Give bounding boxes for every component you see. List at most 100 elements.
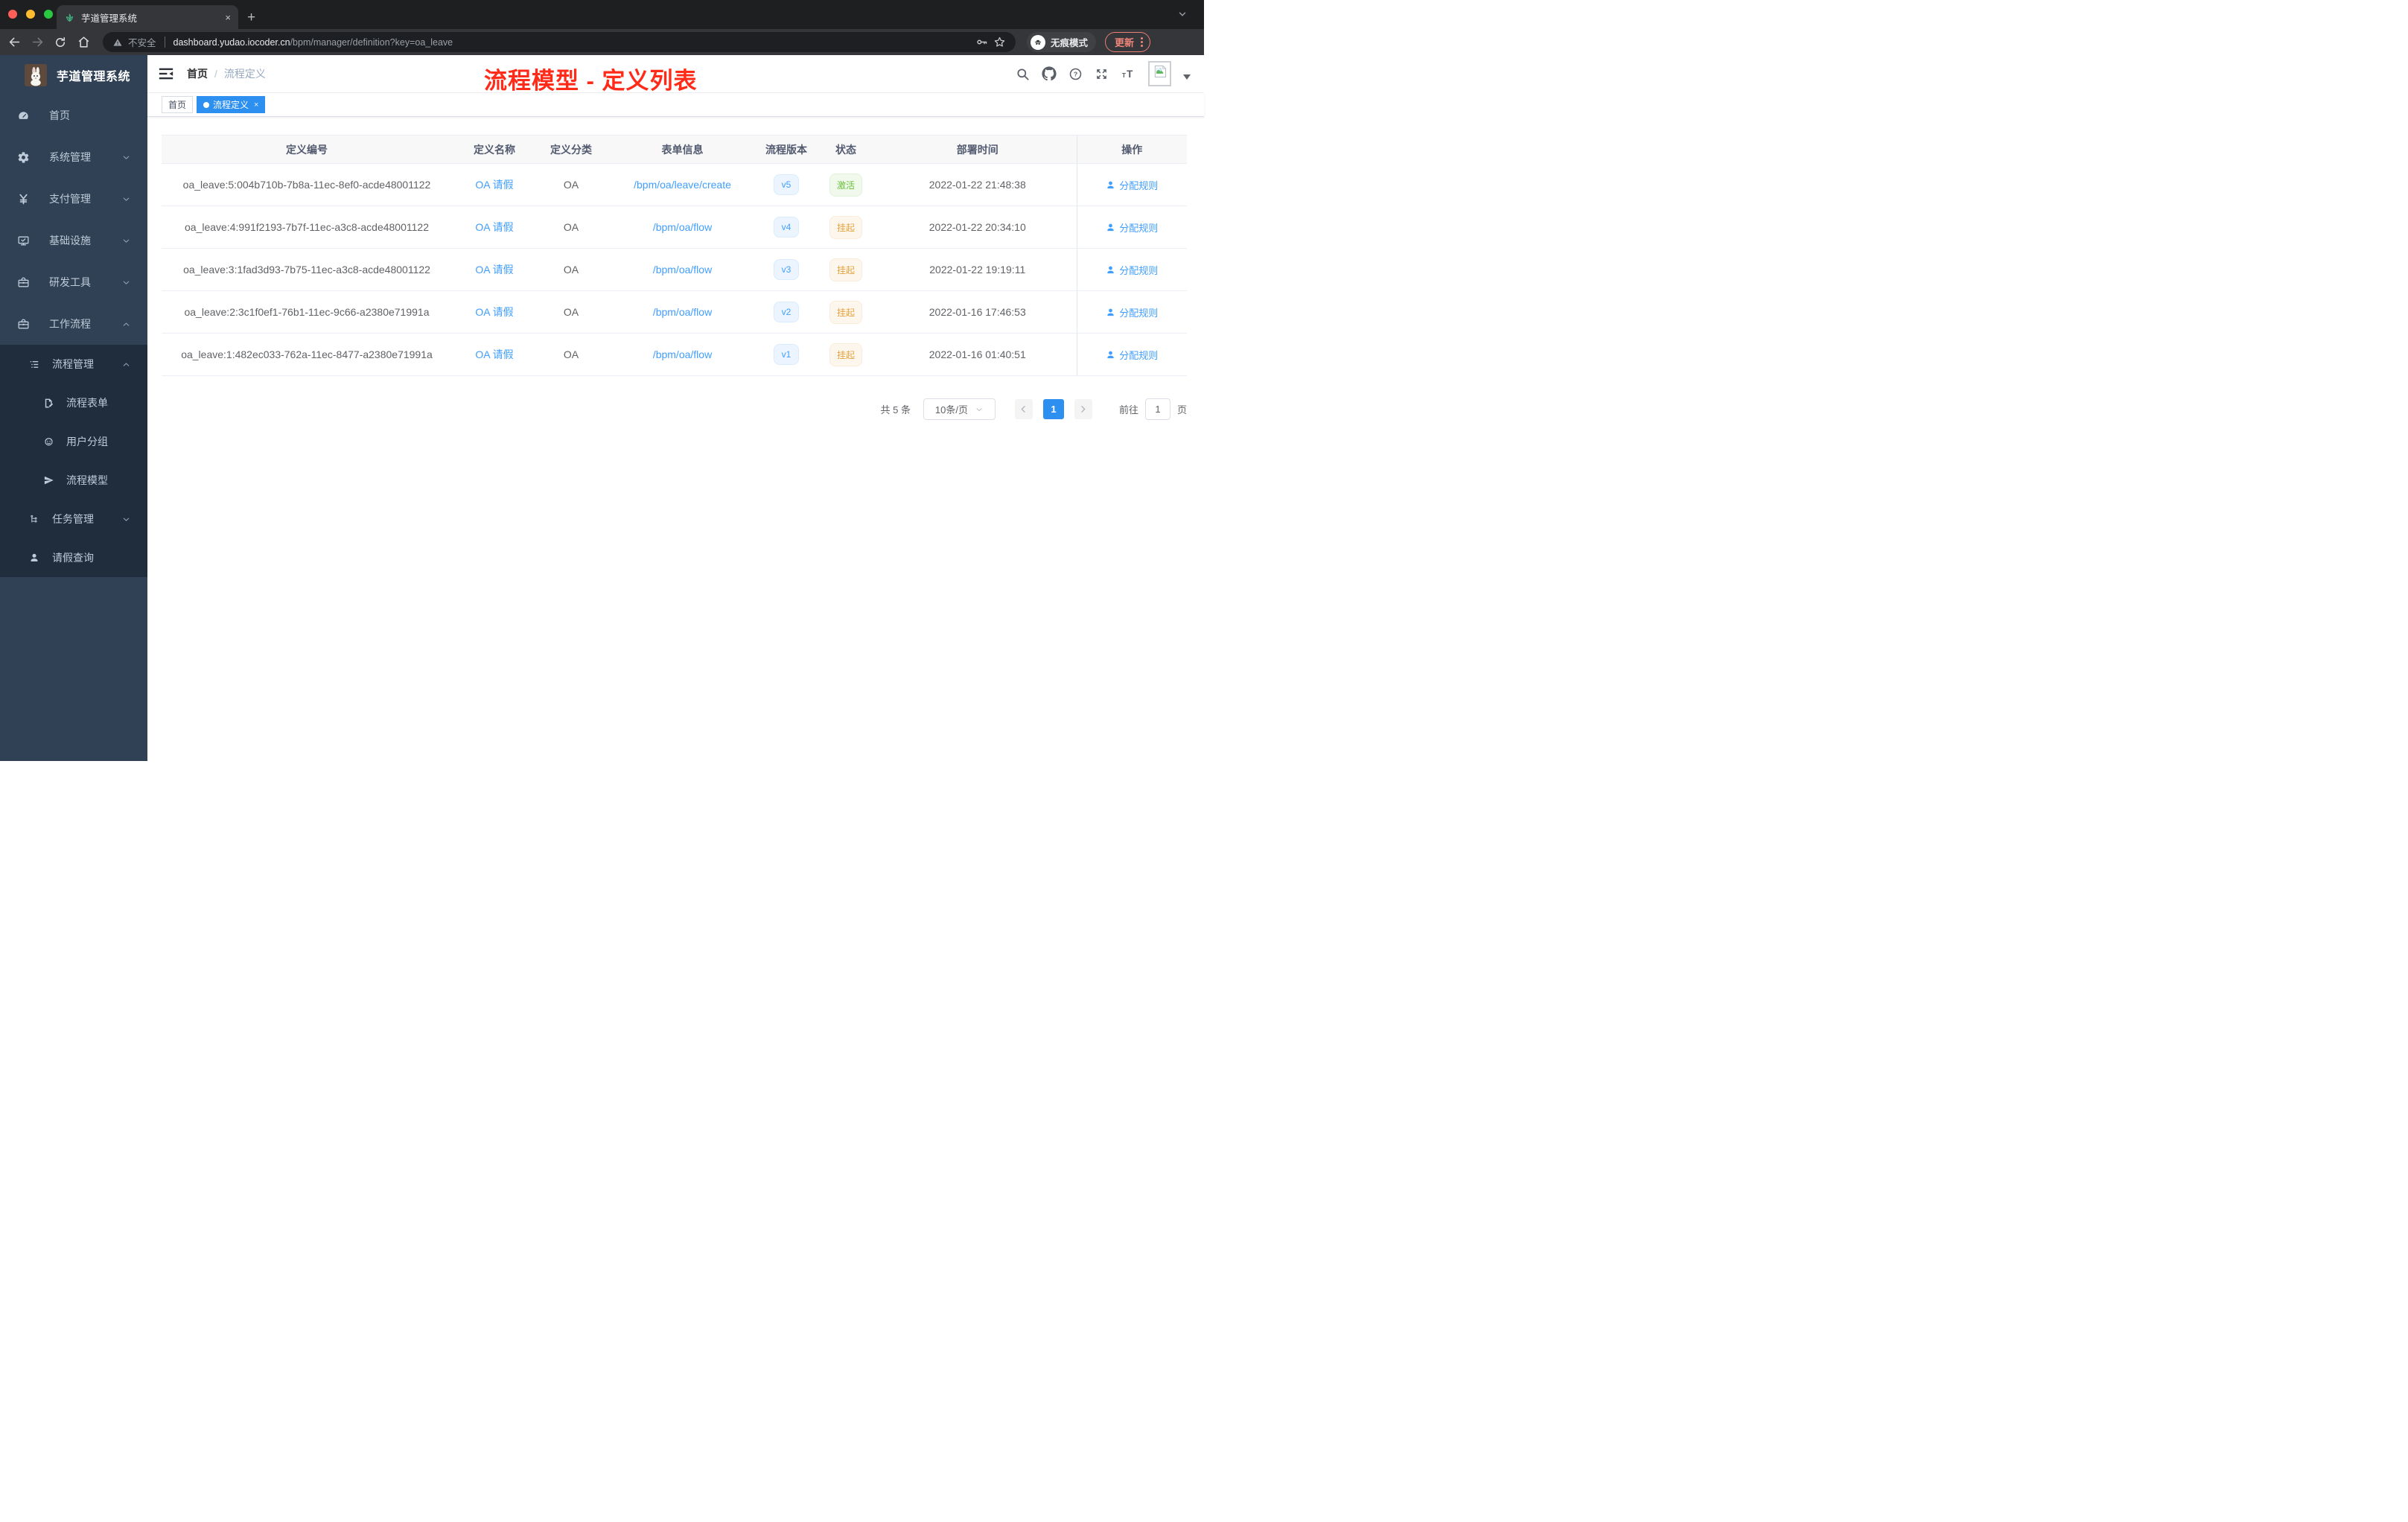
form-info-link[interactable]: /bpm/oa/flow — [653, 306, 712, 318]
update-label[interactable]: 更新 — [1115, 35, 1134, 49]
sidebar-item-home[interactable]: 首页 — [0, 95, 147, 136]
svg-text:T: T — [1122, 71, 1127, 78]
home-icon[interactable] — [74, 33, 93, 52]
sidebar-item-process-model[interactable]: 流程模型 — [0, 461, 147, 500]
definition-name-link[interactable]: OA 请假 — [475, 264, 513, 276]
window-minimize-button[interactable] — [26, 10, 35, 19]
status-badge: 挂起 — [829, 258, 862, 281]
chevron-down-icon — [976, 407, 982, 411]
sidebar-item-label: 任务管理 — [52, 513, 94, 525]
definition-name-link[interactable]: OA 请假 — [475, 221, 513, 233]
new-tab-button[interactable]: + — [247, 10, 255, 25]
page-size-select[interactable]: 10条/页 — [923, 398, 996, 420]
app-window: 芋道管理系统 首页 系统管理 支付管理 基础设施 研发工具 工作流程 流程管理 … — [0, 55, 1204, 761]
incognito-label: 无痕模式 — [1050, 38, 1088, 48]
breadcrumb-home[interactable]: 首页 — [187, 66, 208, 81]
browser-menu-icon[interactable] — [1141, 37, 1143, 47]
hamburger-icon[interactable] — [158, 66, 174, 82]
form-info-link[interactable]: /bpm/oa/leave/create — [634, 179, 731, 191]
sidebar-item-process-form[interactable]: 流程表单 — [0, 383, 147, 422]
address-bar[interactable]: 不安全 dashboard.yudao.iocoder.cn/bpm/manag… — [103, 32, 1016, 52]
assign-rule-link[interactable]: 分配规则 — [1106, 263, 1158, 277]
user-group-icon — [43, 436, 54, 448]
toolbox-icon — [16, 276, 30, 289]
user-icon — [1107, 308, 1114, 316]
chevron-down-icon — [121, 278, 131, 287]
status-badge: 挂起 — [829, 343, 862, 366]
tag-close-icon[interactable]: × — [254, 101, 258, 109]
sidebar-item-process-management[interactable]: 流程管理 — [0, 345, 147, 383]
col-definition-id: 定义编号 — [162, 135, 452, 164]
window-zoom-button[interactable] — [44, 10, 53, 19]
user-avatar-broken-image[interactable] — [1148, 61, 1171, 86]
password-key-icon[interactable] — [975, 36, 988, 48]
sidebar-item-infrastructure[interactable]: 基础设施 — [0, 220, 147, 261]
definition-name-link[interactable]: OA 请假 — [475, 179, 513, 191]
deploy-time: 2022-01-22 19:19:11 — [879, 248, 1077, 291]
assign-rule-link[interactable]: 分配规则 — [1106, 220, 1158, 235]
search-icon[interactable] — [1016, 67, 1030, 81]
browser-update-button[interactable]: 更新 — [1104, 32, 1150, 52]
help-icon[interactable]: ? — [1068, 67, 1083, 81]
avatar-caret-icon[interactable] — [1183, 74, 1191, 83]
tab-close-icon[interactable]: × — [225, 12, 231, 23]
tag-label: 流程定义 — [213, 100, 249, 110]
table-row: oa_leave:3:1fad3d93-7b75-11ec-a3c8-acde4… — [162, 248, 1187, 291]
sidebar-item-system[interactable]: 系统管理 — [0, 136, 147, 178]
sidebar-item-label: 支付管理 — [49, 193, 91, 205]
sidebar-item-workflow[interactable]: 工作流程 — [0, 303, 147, 345]
definition-category: OA — [537, 248, 605, 291]
user-icon — [1107, 181, 1114, 188]
definition-category: OA — [537, 206, 605, 249]
browser-tab[interactable]: 芋道管理系统 × — [57, 5, 238, 29]
gear-icon — [16, 151, 30, 164]
navbar-actions: ? TT — [1016, 61, 1191, 86]
tag-process-definition[interactable]: 流程定义 × — [197, 96, 266, 113]
assign-rule-link[interactable]: 分配规则 — [1106, 348, 1158, 362]
fullscreen-icon[interactable] — [1095, 67, 1109, 81]
page-number-active[interactable]: 1 — [1042, 399, 1064, 419]
sidebar-item-leave-query[interactable]: 请假查询 — [0, 538, 147, 577]
prev-page-button[interactable] — [1014, 399, 1033, 419]
form-edit-icon — [43, 398, 54, 409]
deploy-time: 2022-01-16 17:46:53 — [879, 290, 1077, 334]
col-operation: 操作 — [1076, 135, 1187, 164]
user-icon — [1107, 266, 1114, 273]
definition-name-link[interactable]: OA 请假 — [475, 348, 513, 360]
form-info-link[interactable]: /bpm/oa/flow — [653, 264, 712, 276]
back-icon[interactable] — [4, 33, 24, 52]
assign-rule-link[interactable]: 分配规则 — [1106, 178, 1158, 192]
sidebar-item-task-management[interactable]: 任务管理 — [0, 500, 147, 538]
font-size-icon[interactable]: TT — [1121, 67, 1136, 81]
tab-search-chevron-icon[interactable] — [1177, 9, 1188, 19]
next-page-button[interactable] — [1074, 399, 1092, 419]
sidebar-item-devtools[interactable]: 研发工具 — [0, 261, 147, 303]
security-warning-icon[interactable] — [112, 37, 123, 48]
pagination: 共 5 条 10条/页 1 前往 页 — [162, 398, 1187, 420]
col-form-info: 表单信息 — [605, 135, 759, 164]
url-text[interactable]: dashboard.yudao.iocoder.cn/bpm/manager/d… — [173, 37, 453, 48]
github-icon[interactable] — [1042, 66, 1057, 81]
sidebar-item-payment[interactable]: 支付管理 — [0, 178, 147, 220]
sidebar-logo[interactable]: 芋道管理系统 — [0, 55, 147, 95]
window-close-button[interactable] — [8, 10, 17, 19]
assign-rule-link[interactable]: 分配规则 — [1106, 305, 1158, 319]
tag-home[interactable]: 首页 — [162, 96, 194, 113]
yen-icon — [16, 193, 30, 206]
svg-text:?: ? — [1074, 70, 1077, 77]
dashboard-icon — [16, 109, 30, 122]
sidebar-item-label: 首页 — [49, 109, 70, 121]
breadcrumb: 首页 / 流程定义 — [187, 66, 266, 81]
goto-page-input[interactable] — [1144, 398, 1170, 420]
bookmark-star-icon[interactable] — [993, 36, 1006, 48]
definition-name-link[interactable]: OA 请假 — [475, 306, 513, 318]
reload-icon[interactable] — [51, 33, 70, 52]
browser-toolbar: 不安全 dashboard.yudao.iocoder.cn/bpm/manag… — [0, 29, 1204, 55]
form-info-link[interactable]: /bpm/oa/flow — [653, 221, 712, 233]
workflow-briefcase-icon — [16, 318, 30, 331]
security-label[interactable]: 不安全 — [128, 35, 156, 49]
form-info-link[interactable]: /bpm/oa/flow — [653, 348, 712, 360]
forward-icon[interactable] — [28, 33, 47, 52]
main-area: 流程模型 - 定义列表 首页 / 流程定义 ? T T 首页 流程定义 × 定义… — [147, 55, 1204, 761]
sidebar-item-user-group[interactable]: 用户分组 — [0, 422, 147, 461]
